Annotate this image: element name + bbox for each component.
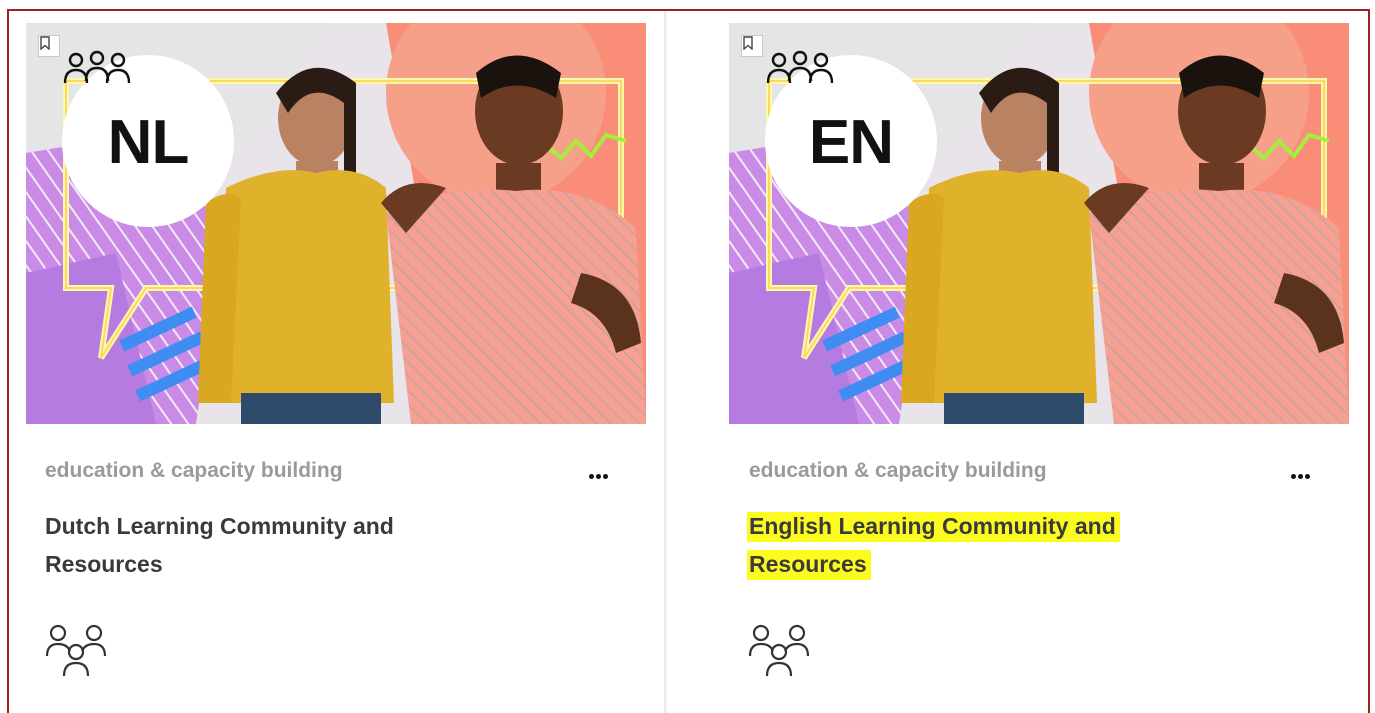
card-title-text[interactable]: Dutch Learning Community and Resources	[45, 513, 394, 577]
bookmark-icon[interactable]	[38, 35, 60, 57]
community-people-icon	[45, 624, 107, 677]
language-code: EN	[808, 108, 894, 177]
language-badge: EN	[765, 50, 937, 227]
more-options-icon[interactable]	[1286, 466, 1314, 486]
community-people-icon	[766, 50, 834, 84]
community-people-icon	[748, 624, 810, 677]
more-options-icon[interactable]	[584, 466, 612, 486]
bookmark-icon[interactable]	[741, 35, 763, 57]
card-title[interactable]: Dutch Learning Community and Resources	[45, 507, 515, 583]
card-title[interactable]: English Learning Community and Resources	[747, 507, 1219, 583]
language-code: NL	[107, 108, 190, 177]
card-banner-image: NL	[26, 23, 646, 424]
community-people-icon	[63, 50, 131, 84]
card-category: education & capacity building	[45, 459, 343, 482]
community-card-nl[interactable]: NL education & capacity building Dutch L…	[9, 11, 664, 713]
language-badge: NL	[62, 50, 234, 227]
card-title-text-highlighted[interactable]: English Learning Community and Resources	[747, 512, 1120, 580]
card-banner-image: EN	[729, 23, 1349, 424]
community-card-en[interactable]: EN education & capacity building English…	[667, 11, 1368, 713]
card-category: education & capacity building	[749, 459, 1047, 482]
